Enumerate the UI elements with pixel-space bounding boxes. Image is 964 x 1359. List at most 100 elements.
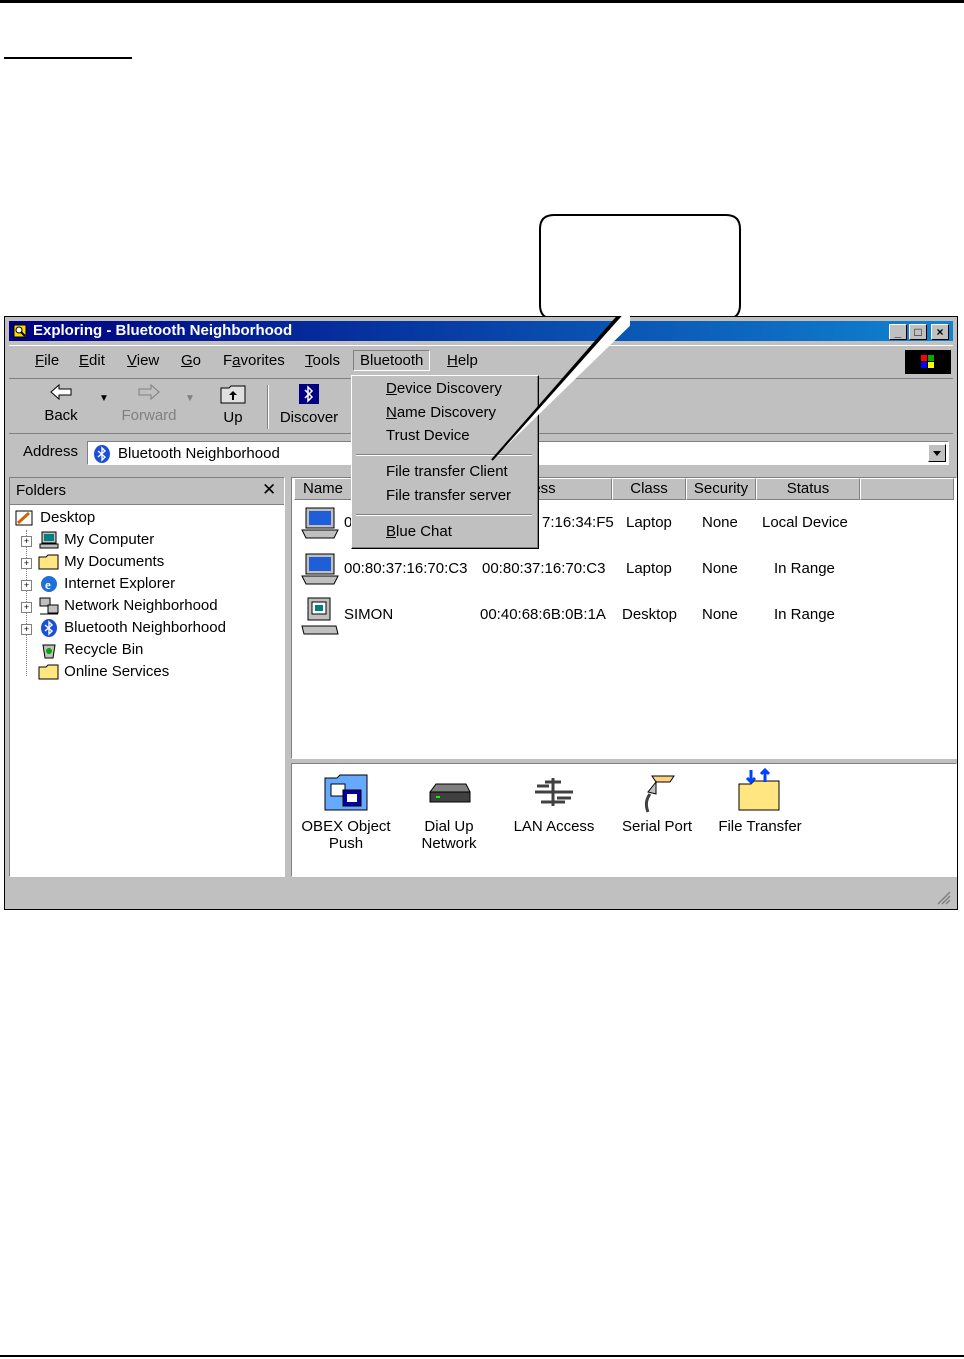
forward-label: Forward <box>121 407 177 424</box>
bluetooth-icon <box>94 445 110 463</box>
device-security: None <box>702 606 738 623</box>
serial-icon <box>644 775 675 813</box>
back-arrow-icon <box>50 383 72 401</box>
modem-icon <box>429 783 471 803</box>
laptop-icon <box>301 553 339 585</box>
service-label: OBEX Object <box>301 818 391 835</box>
address-value: Bluetooth Neighborhood <box>118 445 280 462</box>
expand-icon[interactable]: + <box>21 536 32 547</box>
up-button[interactable]: Up <box>213 383 253 426</box>
folders-title: Folders <box>16 482 67 499</box>
network-icon <box>39 597 59 615</box>
column-header-name[interactable]: Name <box>294 478 352 500</box>
obex-icon <box>324 774 368 811</box>
device-address: 00:40:68:6B:0B:1A <box>480 606 606 623</box>
forward-dropdown-icon[interactable]: ▼ <box>185 393 195 404</box>
expand-icon[interactable]: + <box>21 558 32 569</box>
menu-help[interactable]: Help <box>447 352 478 369</box>
desktop-computer-icon <box>301 597 339 635</box>
minimize-button[interactable]: _ <box>889 324 907 340</box>
internet-explorer-icon: e <box>41 576 57 592</box>
desktop-icon <box>15 510 33 526</box>
tree-label: Desktop <box>40 508 96 526</box>
folder-icon <box>38 554 59 570</box>
device-address: 00:80:37:16:70:C3 <box>482 560 606 577</box>
expand-icon[interactable]: + <box>21 580 32 591</box>
close-button[interactable]: × <box>931 324 949 340</box>
up-folder-icon <box>220 385 246 404</box>
back-dropdown-icon[interactable]: ▼ <box>99 393 109 404</box>
tree-item-my-computer[interactable]: My Computer <box>38 530 154 552</box>
lan-icon <box>535 778 573 806</box>
menu-item-file-transfer-server[interactable]: File transfer server <box>386 487 511 504</box>
computer-icon <box>39 531 59 549</box>
back-label: Back <box>44 407 78 424</box>
tree-item-desktop[interactable]: Desktop <box>14 508 95 530</box>
services-pane: OBEX Object Push Dial Up Network LAN Acc… <box>291 763 957 877</box>
table-row[interactable]: SIMON 00:40:68:6B:0B:1A Desktop None In … <box>296 596 856 640</box>
top-rule <box>0 0 964 3</box>
status-bar <box>9 883 953 907</box>
bluetooth-discover-icon <box>299 384 319 404</box>
expand-icon[interactable]: + <box>21 624 32 635</box>
menu-file[interactable]: File <box>35 352 59 369</box>
menu-view[interactable]: View <box>127 352 159 369</box>
back-button[interactable]: Back <box>39 383 83 424</box>
tree-item-bluetooth-neighborhood[interactable]: Bluetooth Neighborhood <box>38 618 226 640</box>
service-obex-object-push[interactable]: OBEX Object Push <box>296 772 396 852</box>
device-security: None <box>702 514 738 531</box>
service-serial-port[interactable]: Serial Port <box>612 772 702 835</box>
folder-icon <box>38 664 59 680</box>
service-dial-up-network[interactable]: Dial Up Network <box>404 772 494 852</box>
forward-button[interactable]: Forward <box>119 383 179 424</box>
menu-tools[interactable]: Tools <box>305 352 340 369</box>
menu-item-trust-device[interactable]: Trust Device <box>386 427 470 444</box>
toolbar-separator <box>267 385 269 429</box>
address-dropdown-button[interactable] <box>928 444 946 462</box>
tree-label: Bluetooth Neighborhood <box>64 618 226 636</box>
svg-text:e: e <box>45 577 51 592</box>
column-header-status[interactable]: Status <box>756 478 860 500</box>
up-label: Up <box>223 409 243 426</box>
discover-button[interactable]: Discover <box>277 383 341 426</box>
menu-separator <box>356 514 532 516</box>
maximize-button[interactable]: □ <box>909 324 927 340</box>
service-label: Serial Port <box>621 818 693 835</box>
menu-go[interactable]: Go <box>181 352 201 369</box>
service-lan-access[interactable]: LAN Access <box>504 772 604 835</box>
column-header-filler <box>860 478 954 500</box>
menu-edit[interactable]: Edit <box>79 352 105 369</box>
column-header-security[interactable]: Security <box>686 478 756 500</box>
window-title: Exploring - Bluetooth Neighborhood <box>33 322 293 339</box>
device-class: Laptop <box>626 560 672 577</box>
device-name: SIMON <box>344 606 394 623</box>
table-row[interactable]: 00:80:37:16:70:C3 00:80:37:16:70:C3 Lapt… <box>296 552 856 592</box>
expand-icon[interactable]: + <box>21 602 32 613</box>
heading-underline <box>4 57 132 59</box>
tree-label: Network Neighborhood <box>64 596 218 614</box>
laptop-icon <box>301 507 339 539</box>
bottom-rule <box>0 1355 964 1357</box>
address-label: Address <box>23 443 79 460</box>
menu-favorites[interactable]: Favorites <box>223 352 285 369</box>
tree-label: My Documents <box>64 552 165 570</box>
resize-grip-icon[interactable] <box>935 889 951 905</box>
forward-arrow-icon <box>138 383 160 401</box>
folders-close-button[interactable]: ✕ <box>262 480 276 500</box>
service-label: File Transfer <box>718 818 802 835</box>
service-label-line2: Push <box>328 835 364 852</box>
tree-item-internet-explorer[interactable]: e Internet Explorer <box>38 574 175 596</box>
tree-item-my-documents[interactable]: My Documents <box>38 552 164 574</box>
device-class: Desktop <box>622 606 678 623</box>
tree-item-online-services[interactable]: Online Services <box>38 662 169 684</box>
tree-item-recycle-bin[interactable]: Recycle Bin <box>38 640 143 662</box>
service-file-transfer[interactable]: File Transfer <box>710 767 810 835</box>
column-header-class[interactable]: Class <box>612 478 686 500</box>
tree-label: My Computer <box>64 530 155 548</box>
device-security: None <box>702 560 738 577</box>
device-class: Laptop <box>626 514 672 531</box>
menu-item-blue-chat[interactable]: Blue Chat <box>386 523 452 540</box>
tree-label: Online Services <box>64 662 170 680</box>
tree-item-network-neighborhood[interactable]: Network Neighborhood <box>38 596 218 618</box>
menu-bluetooth[interactable]: Bluetooth <box>353 350 431 371</box>
